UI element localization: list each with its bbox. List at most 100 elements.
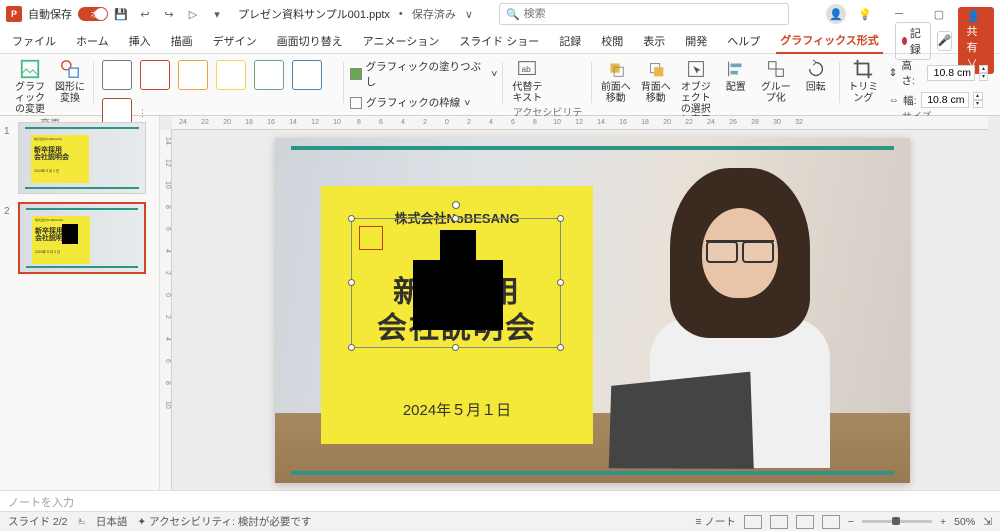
autosave-state: オン bbox=[90, 9, 106, 20]
zoom-in-button[interactable]: + bbox=[940, 516, 946, 528]
resize-handle-ne[interactable] bbox=[557, 215, 564, 222]
slide-canvas[interactable]: 株式会社NoBESANG 新卒採用会社説明会 2024年５月１日 bbox=[275, 138, 910, 483]
tab-draw[interactable]: 描画 bbox=[167, 29, 197, 53]
coming-soon-icon[interactable]: 💡 bbox=[856, 5, 874, 23]
thumb-number: 2 bbox=[4, 202, 14, 274]
account-avatar[interactable]: 👤 bbox=[826, 4, 846, 24]
start-from-beginning-icon[interactable]: ▷ bbox=[184, 5, 202, 23]
notes-toggle[interactable]: ≡ ノート bbox=[695, 514, 736, 529]
search-box[interactable]: 🔍 bbox=[499, 3, 789, 25]
ribbon-group-style: ⋮ グラフィックのスタイル bbox=[94, 56, 344, 115]
save-icon[interactable]: 💾 bbox=[112, 5, 130, 23]
style-preset-4[interactable] bbox=[254, 60, 284, 90]
record-button[interactable]: 記録 bbox=[895, 22, 931, 60]
slideshow-view-button[interactable] bbox=[822, 515, 840, 529]
selection-pane-icon bbox=[685, 58, 707, 80]
resize-handle-sw[interactable] bbox=[348, 344, 355, 351]
style-preset-0[interactable] bbox=[102, 60, 132, 90]
resize-handle-s[interactable] bbox=[452, 344, 459, 351]
style-preset-3[interactable] bbox=[216, 60, 246, 90]
tab-developer[interactable]: 開発 bbox=[681, 29, 711, 53]
tab-file[interactable]: ファイル bbox=[8, 29, 60, 53]
slide-date: 2024年５月１日 bbox=[339, 399, 575, 420]
tab-home[interactable]: ホーム bbox=[72, 29, 113, 53]
ribbon-group-arrange: 前面へ移動 背面へ移動 オブジェクトの選択と表示 配置 グループ化 回転 配置 bbox=[592, 56, 840, 115]
outline-icon bbox=[350, 97, 362, 109]
search-input[interactable] bbox=[524, 8, 782, 20]
alt-text-icon: ab bbox=[516, 58, 538, 80]
redo-icon[interactable]: ↪ bbox=[160, 5, 178, 23]
resize-handle-n[interactable] bbox=[452, 215, 459, 222]
crop-icon bbox=[852, 58, 874, 80]
tab-graphics-format[interactable]: グラフィックス形式 bbox=[776, 28, 882, 54]
resize-handle-se[interactable] bbox=[557, 344, 564, 351]
tab-animations[interactable]: アニメーション bbox=[359, 29, 444, 53]
tab-record[interactable]: 記録 bbox=[555, 29, 585, 53]
accessibility-status[interactable]: ✦ アクセシビリティ: 検討が必要です bbox=[137, 514, 311, 529]
change-graphic-icon bbox=[19, 58, 41, 80]
style-preset-1[interactable] bbox=[140, 60, 170, 90]
width-input[interactable] bbox=[921, 92, 969, 108]
rotate-handle[interactable] bbox=[452, 201, 460, 209]
inner-selection[interactable] bbox=[359, 226, 383, 250]
sorter-view-button[interactable] bbox=[770, 515, 788, 529]
thumbnail-1[interactable]: 株式会社NoBESANG新卒採用会社説明会2024年５月１日 bbox=[18, 122, 146, 194]
bring-forward-button[interactable]: 前面へ移動 bbox=[598, 58, 634, 104]
style-preset-2[interactable] bbox=[178, 60, 208, 90]
fit-to-window-button[interactable]: ⇲ bbox=[983, 516, 992, 528]
send-backward-button[interactable]: 背面へ移動 bbox=[638, 58, 674, 104]
tab-transitions[interactable]: 画面切り替え bbox=[273, 29, 347, 53]
slide-counter[interactable]: スライド 2/2 bbox=[8, 514, 68, 529]
style-gallery-more[interactable]: ⋮ bbox=[138, 108, 147, 119]
zoom-level[interactable]: 50% bbox=[954, 516, 975, 528]
group-button[interactable]: グループ化 bbox=[758, 58, 794, 104]
tab-slideshow[interactable]: スライド ショー bbox=[455, 29, 543, 53]
align-icon bbox=[725, 58, 747, 80]
horizontal-ruler[interactable]: 2422201816141210864202468101214161820222… bbox=[172, 116, 988, 130]
rotate-button[interactable]: 回転 bbox=[798, 58, 834, 93]
spell-check-icon[interactable]: ⎁ bbox=[78, 515, 86, 528]
notes-pane[interactable]: ノートを入力 bbox=[0, 490, 1000, 511]
undo-icon[interactable]: ↩ bbox=[136, 5, 154, 23]
ribbon: グラフィックの変更 図形に変換 変更 ⋮ グラフィックのスタイル グラフィックの… bbox=[0, 54, 1000, 116]
group-icon bbox=[765, 58, 787, 80]
resize-handle-e[interactable] bbox=[557, 279, 564, 286]
tab-view[interactable]: 表示 bbox=[639, 29, 669, 53]
qat-overflow-icon[interactable]: ▾ bbox=[208, 5, 226, 23]
reading-view-button[interactable] bbox=[796, 515, 814, 529]
align-button[interactable]: 配置 bbox=[718, 58, 754, 93]
fill-icon bbox=[350, 68, 362, 80]
tab-insert[interactable]: 挿入 bbox=[125, 29, 155, 53]
tab-help[interactable]: ヘルプ bbox=[723, 29, 764, 53]
style-preset-5[interactable] bbox=[292, 60, 322, 90]
resize-handle-w[interactable] bbox=[348, 279, 355, 286]
tab-review[interactable]: 校閲 bbox=[597, 29, 627, 53]
tab-design[interactable]: デザイン bbox=[209, 29, 261, 53]
zoom-slider[interactable] bbox=[862, 520, 932, 523]
graphic-fill-button[interactable]: グラフィックの塗りつぶし ˅ bbox=[350, 58, 497, 90]
width-field: ⇔ 幅: ▴▾ bbox=[889, 92, 988, 108]
change-graphic-button[interactable]: グラフィックの変更 bbox=[12, 58, 48, 115]
convert-to-shape-button[interactable]: 図形に変換 bbox=[52, 58, 88, 104]
language-indicator[interactable]: 日本語 bbox=[96, 514, 128, 529]
title-bar: P 自動保存 オン 💾 ↩ ↪ ▷ ▾ プレゼン資料サンプル001.pptx •… bbox=[0, 0, 1000, 28]
record-dot-icon bbox=[902, 37, 907, 45]
document-name[interactable]: プレゼン資料サンプル001.pptx bbox=[238, 6, 390, 22]
thumbnail-2[interactable]: 株式会社NoBESANG新卒採用会社説明会2024年５月１日 bbox=[18, 202, 146, 274]
rotate-icon bbox=[805, 58, 827, 80]
width-spinner[interactable]: ▴▾ bbox=[973, 92, 983, 108]
normal-view-button[interactable] bbox=[744, 515, 762, 529]
graphic-outline-button[interactable]: グラフィックの枠線 ˅ bbox=[350, 94, 470, 111]
vertical-ruler[interactable]: 14121086420246810 bbox=[160, 130, 172, 490]
zoom-out-button[interactable]: − bbox=[848, 516, 854, 528]
notes-placeholder: ノートを入力 bbox=[8, 497, 74, 509]
dictate-button[interactable]: 🎤 bbox=[937, 31, 953, 51]
saved-state: 保存済み bbox=[412, 6, 456, 22]
ribbon-group-style-options: グラフィックの塗りつぶし ˅ グラフィックの枠線 ˅ グラフィックの効果 ˅ bbox=[344, 56, 503, 115]
alt-text-button[interactable]: ab 代替テキスト bbox=[509, 58, 545, 104]
crop-button[interactable]: トリミング bbox=[846, 58, 881, 104]
height-spinner[interactable]: ▴▾ bbox=[979, 65, 988, 81]
height-input[interactable] bbox=[927, 65, 975, 81]
resize-handle-nw[interactable] bbox=[348, 215, 355, 222]
decorative-bar-bottom bbox=[291, 471, 894, 475]
